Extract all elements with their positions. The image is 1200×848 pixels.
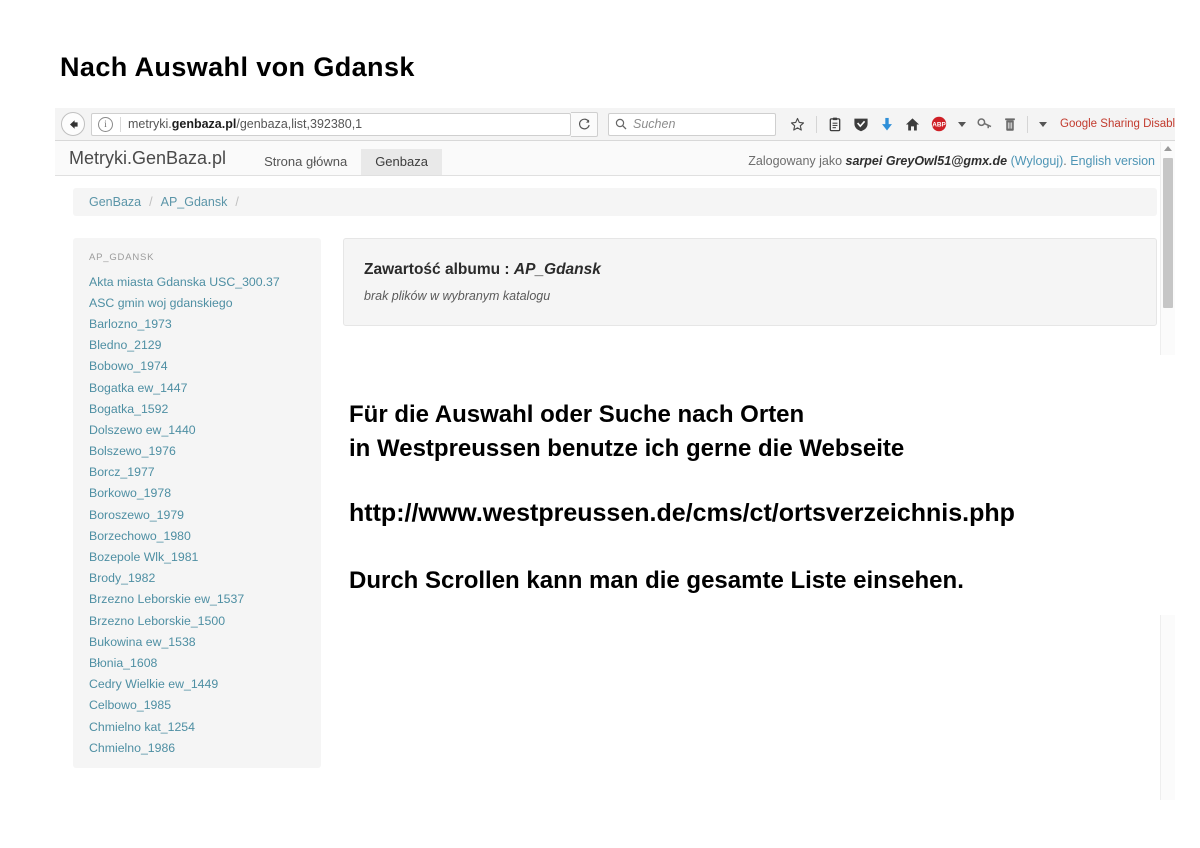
annotation-paragraph-1: Für die Auswahl oder Suche nach Orten in… xyxy=(349,398,904,466)
page-title: Nach Auswahl von Gdansk xyxy=(60,52,415,83)
bookmark-star-icon[interactable] xyxy=(790,117,805,132)
album-title-label: Zawartość albumu : xyxy=(364,261,514,278)
breadcrumb-item-genbaza[interactable]: GenBaza xyxy=(89,195,141,209)
logout-link[interactable]: (Wyloguj) xyxy=(1011,154,1064,168)
breadcrumb-separator-2: / xyxy=(235,195,238,209)
album-empty-message: brak plików w wybranym katalogu xyxy=(364,289,1134,303)
browser-toolbar: i metryki.genbaza.pl/genbaza,list,392380… xyxy=(55,108,1175,141)
info-icon[interactable]: i xyxy=(98,117,113,132)
sidebar-item[interactable]: Barlozno_1973 xyxy=(73,313,321,334)
home-icon[interactable] xyxy=(905,117,920,132)
reader-list-icon[interactable] xyxy=(828,117,842,132)
adblock-plus-icon[interactable]: ABP xyxy=(931,116,947,132)
scrollbar-thumb[interactable] xyxy=(1163,158,1173,308)
search-placeholder: Suchen xyxy=(633,117,675,131)
annotation-line-1: Für die Auswahl oder Suche nach Orten xyxy=(349,398,904,432)
sidebar-item[interactable]: Borkowo_1978 xyxy=(73,483,321,504)
tab-genbaza[interactable]: Genbaza xyxy=(361,149,442,175)
login-username: sarpei GreyOwl51@gmx.de xyxy=(846,154,1008,168)
search-icon xyxy=(615,118,627,130)
album-title-value: AP_Gdansk xyxy=(514,261,601,278)
annotation-url: http://www.westpreussen.de/cms/ct/ortsve… xyxy=(349,499,1015,528)
svg-text:ABP: ABP xyxy=(932,122,946,129)
login-prefix: Zalogowany jako xyxy=(748,154,845,168)
search-input[interactable]: Suchen xyxy=(608,113,776,136)
sidebar-item[interactable]: Borzechowo_1980 xyxy=(73,525,321,546)
sidebar-item[interactable]: Borcz_1977 xyxy=(73,462,321,483)
sidebar-item[interactable]: Cedry Wielkie ew_1449 xyxy=(73,674,321,695)
annotation-line-2: in Westpreussen benutze ich gerne die We… xyxy=(349,432,904,466)
chevron-down-icon[interactable] xyxy=(958,122,966,127)
sidebar-item[interactable]: Dolszewo ew_1440 xyxy=(73,419,321,440)
chevron-down-icon-2[interactable] xyxy=(1039,122,1047,127)
breadcrumb-separator-1: / xyxy=(149,195,152,209)
sidebar-list: Akta miasta Gdanska USC_300.37ASC gmin w… xyxy=(73,271,321,758)
back-arrow-icon[interactable] xyxy=(61,112,85,136)
site-header: Metryki.GenBaza.pl Strona główna Genbaza… xyxy=(55,141,1175,176)
sidebar-item[interactable]: Błonia_1608 xyxy=(73,652,321,673)
sidebar-item[interactable]: Bogatka_1592 xyxy=(73,398,321,419)
download-arrow-icon[interactable] xyxy=(880,117,894,132)
address-divider xyxy=(120,117,121,132)
sidebar-item[interactable]: Bobowo_1974 xyxy=(73,356,321,377)
toolbar-divider-2 xyxy=(1027,116,1028,133)
album-title: Zawartość albumu : AP_Gdansk xyxy=(364,261,1134,279)
tab-strona-glowna[interactable]: Strona główna xyxy=(250,149,361,175)
reload-icon[interactable] xyxy=(571,112,598,137)
sidebar-item[interactable]: Brody_1982 xyxy=(73,568,321,589)
slide-bottom-margin xyxy=(0,800,1200,848)
sidebar-item[interactable]: Celbowo_1985 xyxy=(73,695,321,716)
scroll-up-arrow-icon[interactable] xyxy=(1164,146,1172,151)
login-status: Zalogowany jako sarpei GreyOwl51@gmx.de … xyxy=(748,154,1155,168)
shield-icon[interactable] xyxy=(853,117,869,132)
key-icon[interactable] xyxy=(977,117,993,131)
sidebar-item[interactable]: Akta miasta Gdanska USC_300.37 xyxy=(73,271,321,292)
main-content: Zawartość albumu : AP_Gdansk brak plików… xyxy=(343,238,1157,326)
site-nav-tabs: Strona główna Genbaza xyxy=(250,141,442,175)
sidebar-item[interactable]: Boroszewo_1979 xyxy=(73,504,321,525)
trash-icon[interactable] xyxy=(1004,117,1016,132)
address-bar[interactable]: i metryki.genbaza.pl/genbaza,list,392380… xyxy=(91,113,571,136)
album-sidebar: AP_GDANSK Akta miasta Gdanska USC_300.37… xyxy=(73,238,321,768)
sidebar-item[interactable]: Brzezno Leborskie ew_1537 xyxy=(73,589,321,610)
sidebar-item[interactable]: Bledno_2129 xyxy=(73,335,321,356)
sidebar-item[interactable]: ASC gmin woj gdanskiego xyxy=(73,292,321,313)
sidebar-item[interactable]: Chmielno_1986 xyxy=(73,737,321,758)
breadcrumb-item-ap-gdansk[interactable]: AP_Gdansk xyxy=(161,195,228,209)
breadcrumb: GenBaza / AP_Gdansk / xyxy=(73,188,1157,216)
sidebar-item[interactable]: Bozepole Wlk_1981 xyxy=(73,546,321,567)
sidebar-item[interactable]: Bukowina ew_1538 xyxy=(73,631,321,652)
english-version-link[interactable]: English version xyxy=(1070,154,1155,168)
browser-extension-icons: ABP xyxy=(790,116,1175,133)
annotation-line-3: Durch Scrollen kann man die gesamte List… xyxy=(349,567,964,595)
sidebar-item[interactable]: Brzezno Leborskie_1500 xyxy=(73,610,321,631)
album-content-card: Zawartość albumu : AP_Gdansk brak plików… xyxy=(343,238,1157,326)
sidebar-heading: AP_GDANSK xyxy=(73,252,321,271)
google-sharing-status[interactable]: Google Sharing Disabled xyxy=(1060,118,1175,130)
site-brand[interactable]: Metryki.GenBaza.pl xyxy=(69,148,226,175)
url-text: metryki.genbaza.pl/genbaza,list,392380,1 xyxy=(128,117,362,131)
sidebar-item[interactable]: Chmielno kat_1254 xyxy=(73,716,321,737)
sidebar-item[interactable]: Bolszewo_1976 xyxy=(73,441,321,462)
toolbar-divider xyxy=(816,116,817,133)
sidebar-item[interactable]: Bogatka ew_1447 xyxy=(73,377,321,398)
